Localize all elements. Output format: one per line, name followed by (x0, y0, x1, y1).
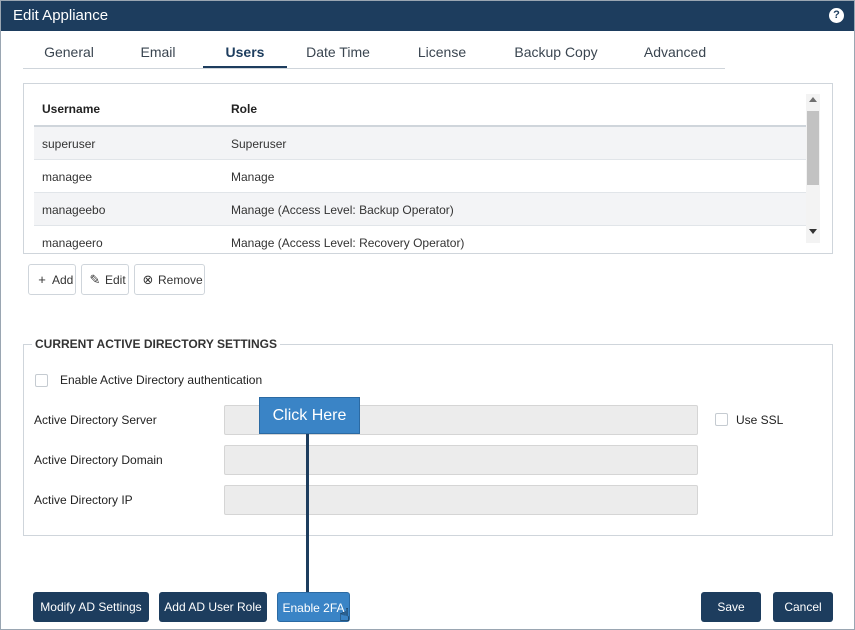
edit-user-button[interactable]: ✎ Edit (81, 264, 129, 295)
edit-appliance-dialog: Edit Appliance ? General Email Users Dat… (0, 0, 855, 630)
username-cell: manageero (42, 236, 103, 250)
table-row[interactable]: managee Manage (34, 160, 806, 193)
hand-cursor-icon: ☝ (339, 605, 350, 625)
dialog-title: Edit Appliance (13, 7, 109, 24)
ad-settings-legend: CURRENT ACTIVE DIRECTORY SETTINGS (32, 337, 281, 351)
role-cell: Manage (231, 170, 275, 184)
remove-label: Remove (158, 273, 203, 287)
username-cell: manageebo (42, 203, 106, 217)
ad-domain-label: Active Directory Domain (34, 453, 163, 467)
scroll-down-arrow-icon[interactable] (809, 229, 817, 234)
table-row[interactable]: superuser Superuser (34, 127, 806, 160)
help-icon[interactable]: ? (829, 8, 844, 23)
modify-ad-settings-button[interactable]: Modify AD Settings (33, 592, 149, 622)
scroll-up-arrow-icon[interactable] (809, 97, 817, 102)
enable-ad-checkbox[interactable] (35, 374, 48, 387)
click-here-callout: Click Here (259, 397, 360, 434)
edit-label: Edit (105, 273, 126, 287)
scroll-thumb[interactable] (807, 111, 819, 185)
ad-domain-input[interactable] (224, 445, 698, 475)
callout-pointer-line (306, 434, 309, 594)
tab-license[interactable]: License (393, 37, 491, 68)
remove-circle-icon: ⊗ (142, 272, 154, 287)
edit-icon: ✎ (89, 272, 101, 287)
title-bar: Edit Appliance ? (1, 1, 854, 31)
username-cell: superuser (42, 137, 96, 151)
plus-icon: + (38, 272, 46, 287)
tab-backup-copy[interactable]: Backup Copy (501, 37, 611, 68)
tab-date-time[interactable]: Date Time (291, 37, 385, 68)
ad-ip-input[interactable] (224, 485, 698, 515)
tab-email[interactable]: Email (115, 37, 201, 68)
role-cell: Manage (Access Level: Recovery Operator) (231, 236, 465, 250)
ad-server-label: Active Directory Server (34, 413, 157, 427)
role-cell: Manage (Access Level: Backup Operator) (231, 203, 454, 217)
username-cell: managee (42, 170, 93, 184)
role-cell: Superuser (231, 137, 287, 151)
add-label: Add (52, 273, 74, 287)
add-user-button[interactable]: + Add (28, 264, 76, 295)
users-table: Username Role superuser Superuser manage… (23, 83, 833, 254)
enable-ad-label: Enable Active Directory authentication (60, 373, 263, 387)
table-row[interactable]: manageebo Manage (Access Level: Backup O… (34, 193, 806, 226)
column-header-role[interactable]: Role (231, 102, 257, 116)
tab-advanced[interactable]: Advanced (623, 37, 727, 68)
save-button[interactable]: Save (701, 592, 761, 622)
cancel-button[interactable]: Cancel (773, 592, 833, 622)
tab-users[interactable]: Users (203, 37, 287, 68)
column-header-username[interactable]: Username (42, 102, 100, 116)
table-scrollbar[interactable] (806, 94, 820, 243)
table-row[interactable]: manageero Manage (Access Level: Recovery… (34, 226, 806, 253)
tab-bar: General Email Users Date Time License Ba… (23, 37, 725, 69)
ad-ip-label: Active Directory IP (34, 493, 133, 507)
remove-user-button[interactable]: ⊗ Remove (134, 264, 205, 295)
add-ad-user-role-button[interactable]: Add AD User Role (159, 592, 267, 622)
ad-settings-section: CURRENT ACTIVE DIRECTORY SETTINGS Enable… (23, 337, 833, 536)
use-ssl-label: Use SSL (736, 413, 784, 427)
use-ssl-checkbox[interactable] (715, 413, 728, 426)
tab-general[interactable]: General (23, 37, 115, 68)
